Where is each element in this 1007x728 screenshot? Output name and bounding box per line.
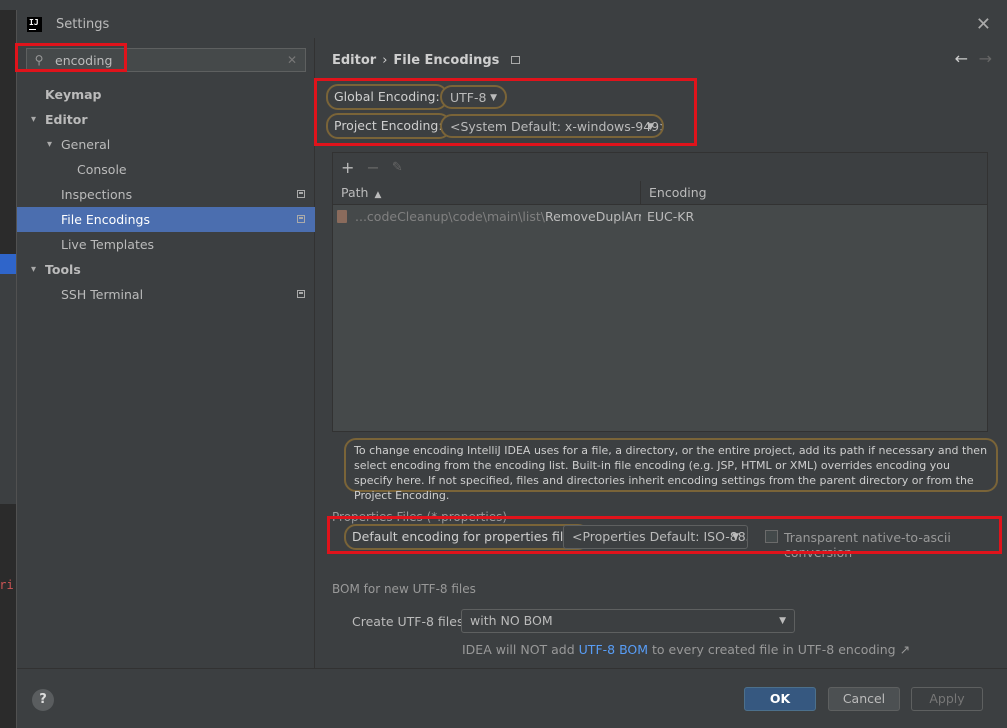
search-input[interactable]: encoding (55, 53, 112, 68)
column-header-encoding[interactable]: Encoding (641, 181, 707, 204)
sidebar-item-general[interactable]: ▾ General (17, 132, 315, 157)
path-cell[interactable]: ...codeCleanup\code\main\list\RemoveDupl… (333, 205, 641, 229)
window-title: Settings (56, 16, 110, 32)
sidebar-item-label: Inspections (61, 187, 133, 202)
settings-search-field[interactable]: ⚲ encoding ✕ (26, 48, 306, 72)
ok-button[interactable]: OK (744, 687, 816, 711)
settings-dialog: IJ Settings ✕ ⚲ encoding ✕ Keymap ▾ Editor… (15, 10, 1007, 728)
dialog-footer: ? OK Cancel Apply (17, 668, 1007, 728)
table-toolbar: + − ✎ (333, 153, 987, 181)
clear-icon[interactable]: ✕ (287, 53, 297, 67)
project-encoding-value: <System Default: x-windows-949> (450, 119, 664, 134)
bom-note-prefix: IDEA will NOT add (462, 642, 579, 657)
table-header: Path ▲ Encoding (333, 181, 987, 205)
create-utf8-select[interactable]: with NO BOM ▼ (461, 609, 795, 633)
bom-section-title: BOM for new UTF-8 files (332, 582, 476, 596)
sidebar-item-editor[interactable]: ▾ Editor (17, 107, 315, 132)
sidebar-item-label: Tools (45, 262, 81, 277)
bom-note-suffix: to every created file in UTF-8 encoding … (648, 642, 911, 657)
transparent-conversion-checkbox[interactable] (765, 530, 778, 543)
sidebar-item-label: Live Templates (61, 237, 155, 252)
properties-section-title: Properties Files (*.properties) (332, 510, 508, 524)
sidebar-item-label: Editor (45, 112, 88, 127)
project-scope-icon (297, 290, 305, 298)
sidebar-item-label: Console (77, 162, 127, 177)
ide-left-panel (0, 274, 16, 504)
table-row[interactable]: ...codeCleanup\code\main\list\RemoveDupl… (333, 205, 987, 229)
forward-arrow-icon[interactable]: → (979, 49, 992, 68)
utf8-bom-link[interactable]: UTF-8 BOM (579, 642, 648, 657)
close-icon[interactable]: ✕ (976, 14, 991, 35)
properties-encoding-value: <Properties Default: ISO-885 (572, 529, 748, 544)
properties-encoding-select[interactable]: <Properties Default: ISO-885 ▼ (563, 525, 748, 549)
cancel-button[interactable]: Cancel (828, 687, 900, 711)
settings-tree: Keymap ▾ Editor ▾ General Console Inspections F… (17, 82, 315, 307)
settings-sidebar: ⚲ encoding ✕ Keymap ▾ Editor ▾ General Consol… (17, 38, 315, 668)
help-icon[interactable]: ? (32, 689, 54, 711)
code-line: tri (0, 578, 14, 592)
chevron-down-icon: ▼ (732, 532, 739, 542)
project-scope-icon (511, 56, 521, 64)
chevron-down-icon: ▼ (647, 122, 654, 132)
column-header-path[interactable]: Path ▲ (333, 181, 641, 204)
expand-arrow-icon[interactable]: ▾ (31, 257, 36, 282)
breadcrumb-separator: › (382, 53, 388, 68)
back-arrow-icon[interactable]: ← (955, 49, 968, 68)
path-prefix: ...codeCleanup\code\main\list\ (355, 209, 545, 224)
java-file-icon (337, 210, 347, 223)
global-encoding-value: UTF-8 (450, 90, 487, 105)
sidebar-item-live-templates[interactable]: Live Templates (17, 232, 315, 257)
sidebar-item-label: File Encodings (61, 212, 151, 227)
add-icon[interactable]: + (341, 158, 354, 177)
ide-code-peek: tri n (0, 530, 16, 728)
path-encoding-table: + − ✎ Path ▲ Encoding ...codeCleanup\code… (332, 152, 988, 432)
global-encoding-label: Global Encoding: (326, 84, 448, 110)
encoding-cell[interactable]: EUC-KR (641, 205, 694, 229)
file-encodings-panel: Editor › File Encodings ← → Global Encodin… (314, 38, 1007, 668)
sidebar-item-keymap[interactable]: Keymap (17, 82, 315, 107)
encoding-help-text: To change encoding IntelliJ IDEA uses fo… (344, 438, 998, 502)
sidebar-item-ssh-terminal[interactable]: SSH Terminal (17, 282, 315, 307)
table-body: Path ▲ Encoding ...codeCleanup\code\main\… (333, 181, 987, 431)
bom-note: IDEA will NOT add UTF-8 BOM to every cre… (462, 642, 910, 657)
create-utf8-value: with NO BOM (470, 613, 553, 628)
chevron-down-icon: ▼ (490, 93, 497, 103)
transparent-conversion-label[interactable]: Transparent native-to-ascii conversion (784, 530, 1007, 560)
title-bar: IJ Settings ✕ (17, 10, 1007, 38)
expand-arrow-icon[interactable]: ▾ (47, 132, 52, 157)
project-scope-icon (297, 190, 305, 198)
apply-button[interactable]: Apply (911, 687, 983, 711)
breadcrumb-current: File Encodings (393, 53, 500, 68)
search-icon[interactable]: ⚲ (27, 53, 51, 67)
path-file: RemoveDuplArrayL (544, 209, 641, 224)
project-scope-icon (297, 215, 305, 223)
sort-ascending-icon: ▲ (374, 190, 382, 200)
sidebar-item-label: Keymap (45, 87, 102, 102)
project-encoding-select[interactable]: <System Default: x-windows-949> ▼ (440, 114, 664, 138)
chevron-down-icon: ▼ (779, 616, 786, 626)
ide-left-selected-tab (0, 254, 16, 274)
sidebar-item-inspections[interactable]: Inspections (17, 182, 315, 207)
ide-top-bar (0, 0, 1007, 10)
sidebar-item-console[interactable]: Console (17, 157, 315, 182)
intellij-logo-icon: IJ (27, 16, 42, 32)
sidebar-item-file-encodings[interactable]: File Encodings (17, 207, 315, 232)
breadcrumb-parent[interactable]: Editor (332, 53, 376, 68)
column-header-path-label: Path (341, 185, 369, 200)
breadcrumb: Editor › File Encodings (332, 53, 521, 68)
expand-arrow-icon[interactable]: ▾ (31, 107, 36, 132)
properties-default-label: Default encoding for properties files: (344, 524, 590, 550)
remove-icon[interactable]: − (366, 158, 379, 177)
project-encoding-label: Project Encoding: (326, 113, 451, 139)
code-line: n (0, 596, 16, 618)
sidebar-item-tools[interactable]: ▾ Tools (17, 257, 315, 282)
create-utf8-label: Create UTF-8 files: (352, 614, 468, 629)
global-encoding-select[interactable]: UTF-8 ▼ (440, 85, 507, 109)
sidebar-item-label: SSH Terminal (61, 287, 144, 302)
edit-icon[interactable]: ✎ (392, 160, 403, 175)
sidebar-item-label: General (61, 137, 111, 152)
